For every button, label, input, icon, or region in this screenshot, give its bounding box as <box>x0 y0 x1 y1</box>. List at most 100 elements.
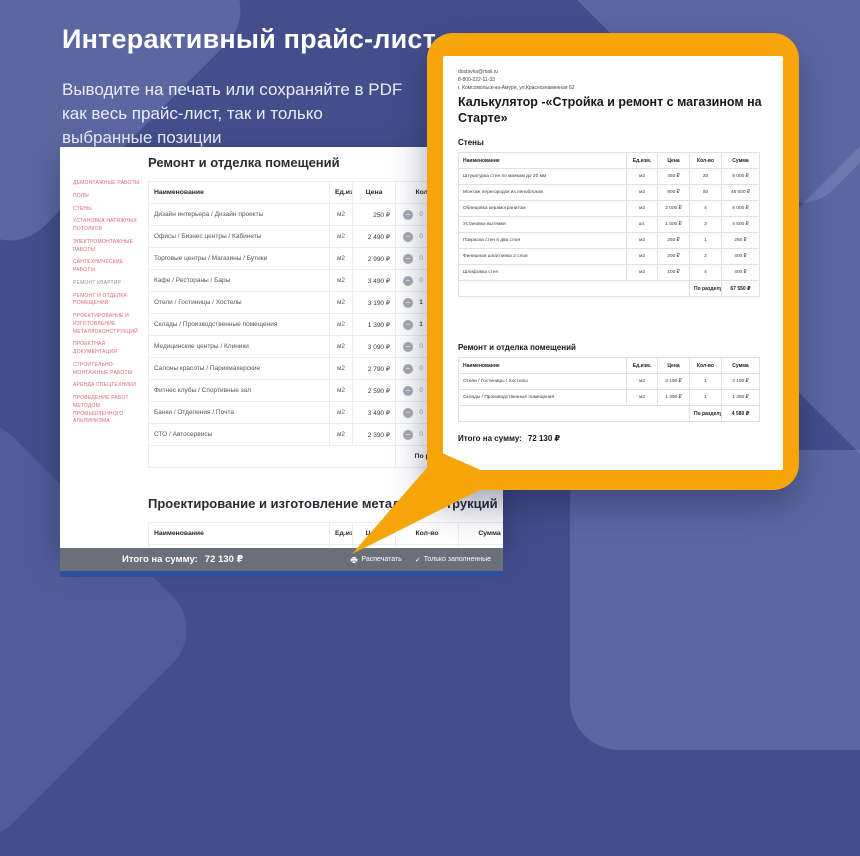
row-name: СТО / Автосервисы <box>149 424 330 446</box>
pdf-section: Ремонт и отделка помещений Наименование … <box>458 343 759 422</box>
pdf-section: Стены Наименование Ед.изм. Цена Кол-во С… <box>458 138 759 297</box>
pdf-row-qty: 2 <box>690 249 722 265</box>
row-name: Склады / Производственные помещения <box>149 314 330 336</box>
qty-value: 0 <box>418 365 424 372</box>
filter-filled-toggle[interactable]: ✓ Только заполненные <box>415 556 491 564</box>
pdf-row-price: 250 ₽ <box>658 233 690 249</box>
pdf-column-qty: Кол-во <box>690 358 722 374</box>
total-value: 72 130 ₽ <box>205 554 243 565</box>
qty-value: 0 <box>418 233 424 240</box>
qty-minus-button[interactable]: − <box>403 364 413 374</box>
footer-strip <box>60 571 503 577</box>
pdf-row-sum: 400 ₽ <box>722 265 760 281</box>
sidebar-category-link[interactable]: ПРОЕКТИРОВАНИЕ И ИЗГОТОВЛЕНИЕ МЕТАЛЛОКОН… <box>73 313 143 336</box>
pdf-row-name: Покраска стен в два слоя <box>459 233 627 249</box>
qty-value: 0 <box>418 343 424 350</box>
pdf-column-unit: Ед.изм. <box>627 153 658 169</box>
totals-bar: Итого на сумму: 72 130 ₽ Распечатать ✓ Т… <box>60 548 503 571</box>
pdf-row-name: Штукатурка стен по маякам до 20 мм <box>459 169 627 185</box>
pdf-row-sum: 4 500 ₽ <box>722 217 760 233</box>
pdf-column-qty: Кол-во <box>690 153 722 169</box>
qty-minus-button[interactable]: − <box>403 386 413 396</box>
row-price: 2 390 ₽ <box>353 424 396 446</box>
column-header-name: Наименование <box>149 182 330 204</box>
qty-value: 0 <box>418 255 424 262</box>
sidebar-category-link[interactable]: УСТАНОВКА НАТЯЖНЫХ ПОТОЛКОВ <box>73 218 143 234</box>
qty-minus-button[interactable]: − <box>403 430 413 440</box>
pdf-row-unit: м2 <box>627 374 658 390</box>
qty-minus-button[interactable]: − <box>403 320 413 330</box>
qty-minus-button[interactable]: − <box>403 232 413 242</box>
pdf-row-price: 900 ₽ <box>658 185 690 201</box>
sidebar-category-link[interactable]: РЕМОНТ КВАРТИР <box>73 280 143 288</box>
sidebar-category-link[interactable]: ЭЛЕКТРОМОНТАЖНЫЕ РАБОТЫ <box>73 239 143 255</box>
print-button[interactable]: Распечатать <box>350 556 401 564</box>
sidebar-category-link[interactable]: ПРОВЕДЕНИЕ РАБОТ МЕТОДОМ ПРОМЫШЛЕННОГО А… <box>73 395 143 426</box>
qty-minus-button[interactable]: − <box>403 254 413 264</box>
pdf-column-name: Наименование <box>459 153 627 169</box>
pdf-table: Наименование Ед.изм. Цена Кол-во Сумма Ш… <box>458 152 760 297</box>
pdf-row-name: Шлифовка стен <box>459 265 627 281</box>
row-price: 250 ₽ <box>353 204 396 226</box>
pdf-table-row: Покраска стен в два слоя м2 250 ₽ 1 250 … <box>459 233 760 249</box>
sidebar-category-link[interactable]: АРЕНДА СПЕЦТЕХНИКИ <box>73 382 143 390</box>
pdf-row-unit: м2 <box>627 249 658 265</box>
pdf-subtotal-label: По разделу <box>690 406 722 422</box>
column-header-sum: Сумма <box>459 523 504 545</box>
pdf-row-unit: м2 <box>627 201 658 217</box>
row-price: 2 790 ₽ <box>353 358 396 380</box>
sidebar-category-link[interactable]: РЕМОНТ И ОТДЕЛКА ПОМЕЩЕНИЙ <box>73 293 143 309</box>
page-subtitle: Выводите на печать или сохраняйте в PDF … <box>62 78 414 150</box>
check-icon: ✓ <box>415 556 421 564</box>
qty-minus-button[interactable]: − <box>403 342 413 352</box>
pdf-row-qty: 1 <box>690 390 722 406</box>
row-name: Кафе / Рестораны / Бары <box>149 270 330 292</box>
qty-value: 0 <box>418 211 424 218</box>
sidebar-category-link[interactable]: ДЕМОНТАЖНЫЕ РАБОТЫ <box>73 180 143 188</box>
pdf-row-name: Отели / Гостиницы / Хостелы <box>459 374 627 390</box>
sidebar-category-link[interactable]: СТЕНЫ <box>73 206 143 214</box>
qty-minus-button[interactable]: − <box>403 408 413 418</box>
contact-email: dostavka@mail.ru <box>458 68 574 76</box>
qty-minus-button[interactable]: − <box>403 276 413 286</box>
column-header-name: Наименование <box>149 523 330 545</box>
row-price: 3 190 ₽ <box>353 292 396 314</box>
printer-icon <box>350 556 358 564</box>
table-header-row: Наименование Ед.изм. Цена Кол-во Сумма <box>149 523 504 545</box>
contact-block: dostavka@mail.ru 8-800-222-11-33 г. Комс… <box>458 68 574 92</box>
row-unit: м2 <box>330 204 353 226</box>
contact-address: г. Комсомольск-на-Амуре, ул.Краснознамен… <box>458 84 574 92</box>
sidebar-category-link[interactable]: СТРОИТЕЛЬНО-МОНТАЖНЫЕ РАБОТЫ <box>73 362 143 378</box>
pdf-row-price: 200 ₽ <box>658 249 690 265</box>
row-price: 2 590 ₽ <box>353 380 396 402</box>
row-price: 3 090 ₽ <box>353 336 396 358</box>
pdf-row-qty: 50 <box>690 185 722 201</box>
price-table: Наименование Ед.изм. Цена Кол-во Сумма И… <box>148 522 503 548</box>
pdf-row-unit: м2 <box>627 265 658 281</box>
pdf-section-footer: По разделу 4 580 ₽ <box>459 406 760 422</box>
pdf-table: Наименование Ед.изм. Цена Кол-во Сумма О… <box>458 357 760 422</box>
pdf-row-price: 3 190 ₽ <box>658 374 690 390</box>
row-name: Медицинские центры / Клиники <box>149 336 330 358</box>
pdf-column-price: Цена <box>658 358 690 374</box>
row-name: Офисы / Бизнес центры / Кабинеты <box>149 226 330 248</box>
pdf-total-value: 72 130 ₽ <box>528 434 560 443</box>
pdf-row-sum: 8 000 ₽ <box>722 201 760 217</box>
pdf-column-unit: Ед.изм. <box>627 358 658 374</box>
qty-value: 0 <box>418 409 424 416</box>
row-name: Банки / Отделения / Почта <box>149 402 330 424</box>
row-price: 2 490 ₽ <box>353 226 396 248</box>
sidebar-category-link[interactable]: ПРОЕКТНАЯ ДОКУМЕНТАЦИЯ <box>73 341 143 357</box>
pdf-row-sum: 9 000 ₽ <box>722 169 760 185</box>
pdf-row-qty: 1 <box>690 233 722 249</box>
pdf-row-sum: 45 000 ₽ <box>722 185 760 201</box>
pdf-row-sum: 250 ₽ <box>722 233 760 249</box>
sidebar-category-link[interactable]: ПОЛЫ <box>73 193 143 201</box>
qty-minus-button[interactable]: − <box>403 210 413 220</box>
row-unit: м2 <box>330 358 353 380</box>
qty-value: 0 <box>418 387 424 394</box>
pdf-row-sum: 3 190 ₽ <box>722 374 760 390</box>
column-header-unit: Ед.изм. <box>330 523 353 545</box>
qty-minus-button[interactable]: − <box>403 298 413 308</box>
sidebar-category-link[interactable]: САНТЕХНИЧЕСКИЕ РАБОТЫ <box>73 259 143 275</box>
